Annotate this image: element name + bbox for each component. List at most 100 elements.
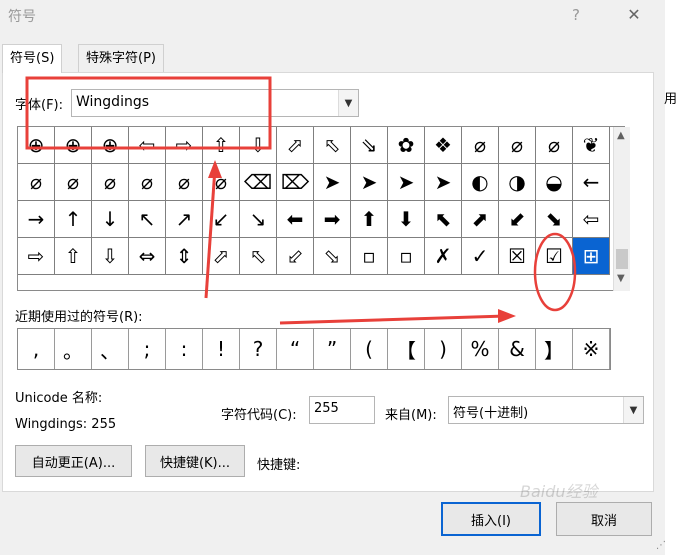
symbol-cell[interactable]: ⌀: [18, 164, 55, 201]
symbol-cell[interactable]: ⬅: [277, 201, 314, 238]
recent-symbol-cell[interactable]: ): [425, 329, 462, 369]
recent-symbol-cell[interactable]: ;: [129, 329, 166, 369]
symbol-cell[interactable]: ⌀: [536, 127, 573, 164]
symbol-cell[interactable]: ↗: [166, 201, 203, 238]
resize-grip-icon[interactable]: ⋰: [656, 540, 666, 551]
symbol-cell[interactable]: ↓: [92, 201, 129, 238]
symbol-cell[interactable]: ⌀: [203, 164, 240, 201]
recent-symbol-cell[interactable]: :: [166, 329, 203, 369]
symbol-cell[interactable]: ❖: [425, 127, 462, 164]
symbol-cell[interactable]: ⬊: [536, 201, 573, 238]
from-dropdown[interactable]: 符号(十进制) ▼: [448, 396, 644, 424]
symbol-cell[interactable]: ➡: [314, 201, 351, 238]
symbol-cell[interactable]: ⬋: [499, 201, 536, 238]
symbol-cell[interactable]: ⌀: [166, 164, 203, 201]
symbol-cell[interactable]: ➤: [425, 164, 462, 201]
recent-symbol-cell[interactable]: %: [462, 329, 499, 369]
chevron-down-icon[interactable]: ▼: [338, 90, 358, 116]
shortcut-key-button[interactable]: 快捷键(K)...: [145, 445, 245, 477]
symbol-cell[interactable]: ⇧: [203, 127, 240, 164]
symbol-cell[interactable]: ⇘: [351, 127, 388, 164]
recent-symbol-cell[interactable]: 】: [536, 329, 573, 369]
symbol-cell[interactable]: ↘: [240, 201, 277, 238]
symbol-grid-scrollbar[interactable]: ▲ ▼: [613, 127, 630, 291]
symbol-cell[interactable]: ↙: [203, 201, 240, 238]
symbol-cell[interactable]: ←: [573, 164, 610, 201]
symbol-cell[interactable]: ❦: [573, 127, 610, 164]
insert-button[interactable]: 插入(I): [441, 502, 541, 536]
tab-special-characters[interactable]: 特殊字符(P): [78, 44, 164, 72]
cancel-button[interactable]: 取消: [556, 502, 652, 536]
symbol-cell[interactable]: ▫: [351, 238, 388, 275]
symbol-cell[interactable]: ⇩: [240, 127, 277, 164]
scroll-down-icon[interactable]: ▼: [617, 273, 625, 284]
symbol-cell[interactable]: ↖: [129, 201, 166, 238]
recent-symbol-cell[interactable]: ”: [314, 329, 351, 369]
symbol-cell[interactable]: ✗: [425, 238, 462, 275]
symbol-cell[interactable]: ☒: [499, 238, 536, 275]
autocorrect-button[interactable]: 自动更正(A)...: [15, 445, 132, 477]
symbol-cell[interactable]: ⌀: [55, 164, 92, 201]
symbol-cell[interactable]: ⇧: [55, 238, 92, 275]
symbol-cell[interactable]: ⊕: [55, 127, 92, 164]
font-dropdown[interactable]: Wingdings ▼: [71, 89, 359, 117]
recent-symbol-cell[interactable]: ※: [573, 329, 610, 369]
symbol-cell[interactable]: ➤: [351, 164, 388, 201]
symbol-cell[interactable]: ⇨: [18, 238, 55, 275]
recent-symbol-cell[interactable]: ,: [18, 329, 55, 369]
symbol-cell[interactable]: ◐: [462, 164, 499, 201]
symbol-cell[interactable]: ⬁: [240, 238, 277, 275]
symbol-cell[interactable]: ⌫: [240, 164, 277, 201]
symbol-cell[interactable]: ⊞: [573, 238, 610, 275]
symbol-cell[interactable]: ⌀: [92, 164, 129, 201]
symbol-cell[interactable]: ⇩: [92, 238, 129, 275]
recent-symbol-cell[interactable]: “: [277, 329, 314, 369]
character-code-input[interactable]: 255: [309, 396, 375, 424]
recent-symbol-cell[interactable]: 。: [55, 329, 92, 369]
symbol-cell[interactable]: ✿: [388, 127, 425, 164]
recent-symbol-cell[interactable]: 、: [92, 329, 129, 369]
recent-symbol-cell[interactable]: &: [499, 329, 536, 369]
symbol-cell[interactable]: ⇨: [166, 127, 203, 164]
symbol-cell[interactable]: ⌀: [129, 164, 166, 201]
dialog-title: 符号: [8, 9, 36, 25]
symbol-cell[interactable]: ⌀: [462, 127, 499, 164]
symbol-cell[interactable]: ⬉: [425, 201, 462, 238]
symbol-cell[interactable]: ✓: [462, 238, 499, 275]
symbol-cell[interactable]: ☑: [536, 238, 573, 275]
symbol-cell[interactable]: ⬇: [388, 201, 425, 238]
from-label: 来自(M):: [385, 408, 437, 423]
symbol-cell[interactable]: ▫: [388, 238, 425, 275]
help-button[interactable]: ?: [566, 4, 586, 26]
symbol-cell[interactable]: ⇔: [129, 238, 166, 275]
recent-symbol-cell[interactable]: !: [203, 329, 240, 369]
recent-symbol-cell[interactable]: ?: [240, 329, 277, 369]
tab-symbols[interactable]: 符号(S): [2, 44, 63, 73]
symbol-cell[interactable]: ⬀: [203, 238, 240, 275]
symbol-cell[interactable]: ➤: [388, 164, 425, 201]
symbol-cell[interactable]: ⬁: [314, 127, 351, 164]
symbol-cell[interactable]: ⌀: [499, 127, 536, 164]
symbol-cell[interactable]: ⬂: [314, 238, 351, 275]
symbol-cell[interactable]: ⬀: [277, 127, 314, 164]
recent-symbol-cell[interactable]: (: [351, 329, 388, 369]
symbol-cell[interactable]: ⊕: [18, 127, 55, 164]
symbol-cell[interactable]: ↑: [55, 201, 92, 238]
symbol-cell[interactable]: ⇦: [129, 127, 166, 164]
symbol-cell[interactable]: ◑: [499, 164, 536, 201]
symbol-cell[interactable]: ➤: [314, 164, 351, 201]
symbol-cell[interactable]: ⬈: [462, 201, 499, 238]
symbol-cell[interactable]: ⇕: [166, 238, 203, 275]
symbol-cell[interactable]: ⌦: [277, 164, 314, 201]
recent-symbol-cell[interactable]: 【: [388, 329, 425, 369]
chevron-down-icon[interactable]: ▼: [623, 397, 643, 423]
symbol-cell[interactable]: ◒: [536, 164, 573, 201]
close-button[interactable]: ✕: [620, 4, 648, 26]
symbol-cell[interactable]: →: [18, 201, 55, 238]
scrollbar-thumb[interactable]: [616, 249, 628, 269]
symbol-cell[interactable]: ⬆: [351, 201, 388, 238]
scroll-up-icon[interactable]: ▲: [617, 130, 625, 141]
symbol-cell[interactable]: ⊕: [92, 127, 129, 164]
symbol-cell[interactable]: ⇦: [573, 201, 610, 238]
symbol-cell[interactable]: ⬃: [277, 238, 314, 275]
